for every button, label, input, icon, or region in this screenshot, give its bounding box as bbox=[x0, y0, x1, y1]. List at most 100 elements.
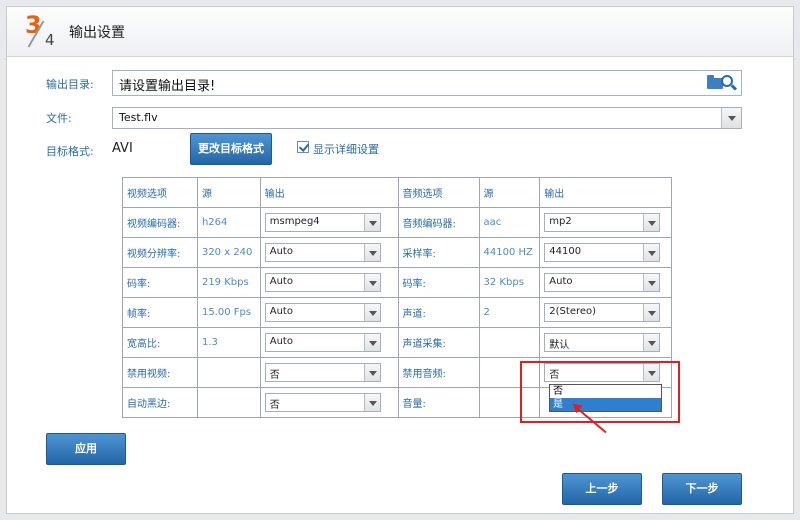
aspect-ratio-select[interactable]: Auto bbox=[264, 333, 381, 352]
header-bar: 3 4 输出设置 bbox=[7, 7, 793, 57]
audio-source-value: 44100 HZ bbox=[478, 237, 541, 268]
previous-step-button[interactable]: 上一步 bbox=[562, 473, 642, 505]
chevron-down-icon[interactable] bbox=[363, 244, 380, 261]
file-value: Test.flv bbox=[119, 111, 158, 124]
chevron-down-icon[interactable] bbox=[643, 334, 660, 351]
select-value: Auto bbox=[269, 246, 293, 257]
target-format-label: 目标格式: bbox=[46, 145, 94, 158]
column-header: 输出 bbox=[259, 177, 399, 208]
video-output-cell: 否 bbox=[259, 357, 399, 388]
audio-output-cell: mp2 bbox=[539, 207, 672, 238]
frame-rate-select[interactable]: Auto bbox=[264, 303, 381, 322]
video-output-cell: Auto bbox=[259, 267, 399, 298]
audio-option-label: 音量: bbox=[397, 387, 480, 418]
show-details-checkbox[interactable] bbox=[297, 141, 309, 153]
next-step-button[interactable]: 下一步 bbox=[662, 473, 742, 505]
chevron-down-icon[interactable] bbox=[363, 394, 380, 411]
select-value: 否 bbox=[269, 370, 280, 381]
select-value: Auto bbox=[269, 306, 293, 317]
audio-option-label: 禁用音频: bbox=[397, 357, 480, 388]
audio-option-label: 声道采集: bbox=[397, 327, 480, 358]
show-details-label: 显示详细设置 bbox=[313, 143, 379, 156]
column-header: 源 bbox=[196, 177, 261, 208]
audio-codec-select[interactable]: mp2 bbox=[544, 213, 661, 232]
video-option-label: 码率: bbox=[122, 267, 198, 298]
output-dir-field[interactable]: 请设置输出目录! bbox=[112, 70, 742, 96]
output-dir-value: 请设置输出目录! bbox=[119, 79, 216, 94]
audio-source-value: 2 bbox=[478, 297, 541, 328]
select-value: mp2 bbox=[549, 216, 572, 227]
audio-bitrate-select[interactable]: Auto bbox=[544, 273, 661, 292]
audio-option-label: 声道: bbox=[397, 297, 480, 328]
table-row: 视频编码器: h264 msmpeg4 音频编码器: aac mp2 bbox=[122, 207, 672, 238]
file-label: 文件: bbox=[46, 112, 72, 125]
video-output-cell: Auto bbox=[259, 297, 399, 328]
video-source-value: h264 bbox=[196, 207, 261, 238]
column-header: 输出 bbox=[539, 177, 672, 208]
audio-source-value bbox=[478, 327, 541, 358]
table-row: 码率: 219 Kbps Auto 码率: 32 Kbps Auto bbox=[122, 267, 672, 298]
video-option-label: 视频编码器: bbox=[122, 207, 198, 238]
audio-output-cell: Auto bbox=[539, 267, 672, 298]
video-option-label: 帧率: bbox=[122, 297, 198, 328]
channel-sampling-select[interactable]: 默认 bbox=[544, 333, 661, 352]
select-value: 否 bbox=[269, 400, 280, 411]
table-row: 帧率: 15.00 Fps Auto 声道: 2 2(Stereo) bbox=[122, 297, 672, 328]
column-header: 视频选项 bbox=[122, 177, 198, 208]
video-source-value bbox=[196, 357, 261, 388]
change-format-button[interactable]: 更改目标格式 bbox=[190, 133, 272, 165]
select-value: Auto bbox=[269, 336, 293, 347]
audio-output-cell: 44100 bbox=[539, 237, 672, 268]
video-option-label: 自动黑边: bbox=[122, 387, 198, 418]
browse-folder-icon[interactable] bbox=[707, 74, 737, 92]
select-value: msmpeg4 bbox=[269, 216, 320, 227]
video-output-cell: 否 bbox=[259, 387, 399, 418]
video-option-label: 禁用视频: bbox=[122, 357, 198, 388]
chevron-down-icon[interactable] bbox=[643, 244, 660, 261]
audio-source-value: aac bbox=[478, 207, 541, 238]
chevron-down-icon[interactable] bbox=[363, 364, 380, 381]
column-header: 源 bbox=[478, 177, 541, 208]
table-row: 宽高比: 1.3 Auto 声道采集: 默认 bbox=[122, 327, 672, 358]
step-total: 4 bbox=[45, 31, 55, 49]
chevron-down-icon[interactable] bbox=[363, 214, 380, 231]
table-header-row: 视频选项 源 输出 音频选项 源 输出 bbox=[122, 177, 672, 208]
chevron-down-icon[interactable] bbox=[363, 334, 380, 351]
video-option-label: 宽高比: bbox=[122, 327, 198, 358]
audio-output-cell: 默认 bbox=[539, 327, 672, 358]
video-source-value bbox=[196, 387, 261, 418]
video-resolution-select[interactable]: Auto bbox=[264, 243, 381, 262]
video-source-value: 1.3 bbox=[196, 327, 261, 358]
audio-option-label: 采样率: bbox=[397, 237, 480, 268]
column-header: 音频选项 bbox=[397, 177, 480, 208]
select-value: 默认 bbox=[549, 340, 570, 351]
chevron-down-icon[interactable] bbox=[363, 274, 380, 291]
video-source-value: 15.00 Fps bbox=[196, 297, 261, 328]
step-indicator: 3 4 bbox=[21, 11, 61, 51]
auto-letterbox-select[interactable]: 否 bbox=[264, 393, 381, 412]
search-icon bbox=[721, 75, 733, 87]
audio-option-label: 码率: bbox=[397, 267, 480, 298]
video-bitrate-select[interactable]: Auto bbox=[264, 273, 381, 292]
video-output-cell: Auto bbox=[259, 237, 399, 268]
select-value: 2(Stereo) bbox=[549, 306, 597, 317]
disable-video-select[interactable]: 否 bbox=[264, 363, 381, 382]
audio-option-label: 音频编码器: bbox=[397, 207, 480, 238]
chevron-down-icon[interactable] bbox=[643, 304, 660, 321]
sample-rate-select[interactable]: 44100 bbox=[544, 243, 661, 262]
video-codec-select[interactable]: msmpeg4 bbox=[264, 213, 381, 232]
select-value: Auto bbox=[549, 276, 573, 287]
output-dir-label: 输出目录: bbox=[46, 78, 94, 91]
chevron-down-icon[interactable] bbox=[643, 274, 660, 291]
table-row: 视频分辨率: 320 x 240 Auto 采样率: 44100 HZ 4410… bbox=[122, 237, 672, 268]
channels-select[interactable]: 2(Stereo) bbox=[544, 303, 661, 322]
annotation-highlight-box bbox=[520, 361, 680, 423]
file-select[interactable]: Test.flv bbox=[112, 107, 742, 129]
apply-button[interactable]: 应用 bbox=[46, 433, 126, 465]
chevron-down-icon[interactable] bbox=[643, 214, 660, 231]
audio-source-value: 32 Kbps bbox=[478, 267, 541, 298]
chevron-down-icon[interactable] bbox=[721, 108, 741, 128]
video-output-cell: Auto bbox=[259, 327, 399, 358]
chevron-down-icon[interactable] bbox=[363, 304, 380, 321]
select-value: 44100 bbox=[549, 246, 582, 257]
